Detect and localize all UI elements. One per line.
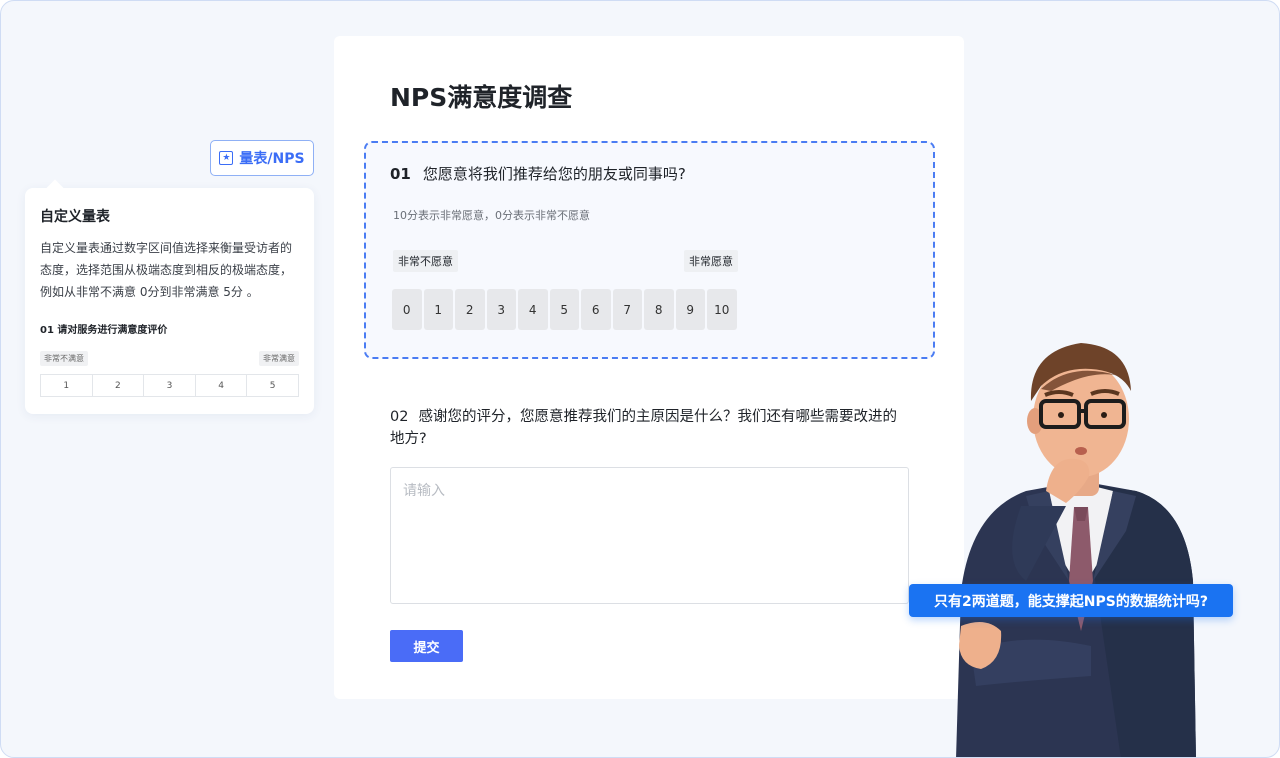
side-card-title: 自定义量表 — [40, 209, 110, 225]
scale-high-label: 非常愿意 — [684, 250, 738, 272]
nps-option-2[interactable]: 2 — [455, 289, 485, 330]
question-1-hint: 10分表示非常愿意，0分表示非常不愿意 — [393, 209, 590, 222]
mini-scale-option: 2 — [93, 375, 145, 396]
nps-option-3[interactable]: 3 — [486, 289, 516, 330]
speech-bubble: 只有2两道题，能支撑起NPS的数据统计吗? — [909, 584, 1233, 617]
submit-button[interactable]: 提交 — [390, 630, 463, 662]
question-2-title: 02 感谢您的评分，您愿意推荐我们的主原因是什么？我们还有哪些需要改进的地方? — [390, 406, 910, 450]
star-square-icon: ★ — [219, 151, 234, 165]
nps-option-9[interactable]: 9 — [675, 289, 705, 330]
mini-scale-option: 3 — [144, 375, 196, 396]
mini-scale-option: 5 — [269, 380, 276, 391]
scale-nps-tag-button[interactable]: ★ 量表/NPS — [210, 140, 314, 176]
nps-option-1[interactable]: 1 — [423, 289, 453, 330]
mini-scale-option: 1 — [41, 375, 93, 396]
question-1-block[interactable]: 01 您愿意将我们推荐给您的朋友或同事吗? 10分表示非常愿意，0分表示非常不愿意… — [364, 141, 935, 359]
survey-card: NPS满意度调查 01 您愿意将我们推荐给您的朋友或同事吗? 10分表示非常愿意，… — [334, 36, 964, 699]
side-high-label: 非常满意 — [259, 351, 299, 366]
side-card-description: 自定义量表通过数字区间值选择来衡量受访者的态度，选择范围从极端态度到相反的极端态… — [40, 241, 293, 299]
feedback-placeholder: 请输入 — [403, 483, 445, 499]
nps-option-5[interactable]: 5 — [549, 289, 579, 330]
nps-option-6[interactable]: 6 — [581, 289, 611, 330]
custom-scale-info-card: 自定义量表 自定义量表通过数字区间值选择来衡量受访者的态度，选择范围从极端态度到… — [25, 188, 314, 414]
survey-title: NPS满意度调查 — [390, 83, 573, 112]
scale-low-label: 非常不愿意 — [393, 250, 458, 272]
mini-scale-option: 4 — [196, 375, 248, 396]
question-2-text: 感谢您的评分，您愿意推荐我们的主原因是什么？我们还有哪些需要改进的地方? — [390, 409, 897, 447]
nps-option-10[interactable]: 10 — [707, 289, 737, 330]
question-1-title: 01 您愿意将我们推荐给您的朋友或同事吗? — [390, 163, 686, 184]
nps-option-7[interactable]: 7 — [612, 289, 642, 330]
question-1-text: 您愿意将我们推荐给您的朋友或同事吗? — [422, 165, 686, 183]
thinking-businessman-illustration — [956, 343, 1196, 757]
side-mini-scale: 1 2 3 4 5 — [40, 374, 299, 397]
app-frame: ★ 量表/NPS 自定义量表 自定义量表通过数字区间值选择来衡量受访者的态度，选… — [0, 0, 1280, 758]
question-1-number: 01 — [390, 165, 411, 183]
nps-option-0[interactable]: 0 — [392, 289, 422, 330]
tag-button-label: 量表/NPS — [239, 151, 305, 167]
nps-option-4[interactable]: 4 — [518, 289, 548, 330]
question-2-number: 02 — [390, 409, 409, 425]
side-card-question: 01 请对服务进行满意度评价 — [40, 325, 168, 336]
side-scale-labels: 非常不满意 非常满意 — [40, 351, 299, 366]
feedback-textarea[interactable]: 请输入 — [390, 467, 909, 604]
side-low-label: 非常不满意 — [40, 351, 88, 366]
nps-option-8[interactable]: 8 — [644, 289, 674, 330]
nps-scale: 0 1 2 3 4 5 6 7 8 9 10 — [392, 289, 737, 330]
